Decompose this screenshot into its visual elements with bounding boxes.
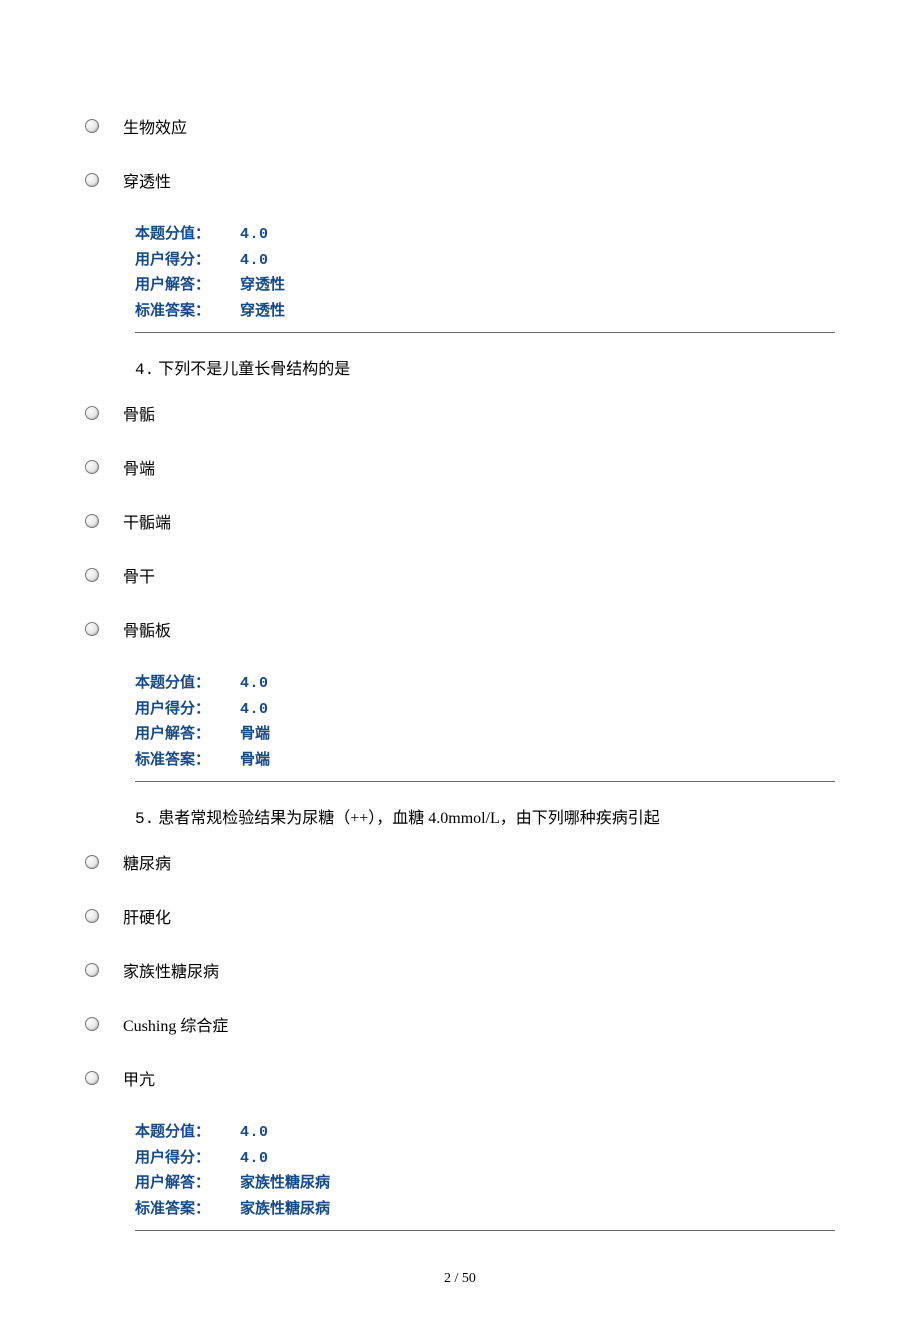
score-value: 4.0 <box>240 1146 269 1172</box>
score-row-points: 本题分值： 4.0 <box>135 671 835 697</box>
option-text: 糖尿病 <box>123 850 171 874</box>
score-row-standard-answer: 标准答案： 骨端 <box>135 748 835 774</box>
score-row-user-answer: 用户解答： 骨端 <box>135 722 835 748</box>
option-item: 甲亢 <box>85 1066 835 1090</box>
score-label: 用户得分： <box>135 697 240 723</box>
score-block: 本题分值： 4.0 用户得分： 4.0 用户解答： 家族性糖尿病 标准答案： 家… <box>135 1120 835 1222</box>
option-item: 骨骺板 <box>85 617 835 641</box>
score-value: 骨端 <box>240 722 270 748</box>
radio-icon[interactable] <box>85 568 99 582</box>
score-row-user-answer: 用户解答： 穿透性 <box>135 273 835 299</box>
option-item: 糖尿病 <box>85 850 835 874</box>
score-label: 标准答案： <box>135 1197 240 1223</box>
option-text: 穿透性 <box>123 168 171 192</box>
option-text: 骨端 <box>123 455 155 479</box>
option-item: Cushing 综合症 <box>85 1012 835 1036</box>
score-row-points: 本题分值： 4.0 <box>135 1120 835 1146</box>
option-text: 甲亢 <box>123 1066 155 1090</box>
score-label: 用户得分： <box>135 248 240 274</box>
score-label: 用户得分： <box>135 1146 240 1172</box>
score-value: 家族性糖尿病 <box>240 1197 330 1223</box>
score-label: 用户解答： <box>135 1171 240 1197</box>
score-value: 骨端 <box>240 748 270 774</box>
radio-icon[interactable] <box>85 1071 99 1085</box>
score-label: 用户解答： <box>135 722 240 748</box>
radio-icon[interactable] <box>85 119 99 133</box>
option-text: 骨干 <box>123 563 155 587</box>
divider <box>135 332 835 333</box>
option-item: 肝硬化 <box>85 904 835 928</box>
score-value: 穿透性 <box>240 273 285 299</box>
score-value: 家族性糖尿病 <box>240 1171 330 1197</box>
score-value: 4.0 <box>240 222 269 248</box>
radio-icon[interactable] <box>85 963 99 977</box>
option-item: 生物效应 <box>85 114 835 138</box>
question-body: 患者常规检验结果为尿糖（++），血糖 4.0mmol/L，由下列哪种疾病引起 <box>158 810 660 827</box>
score-label: 本题分值： <box>135 1120 240 1146</box>
option-item: 骨干 <box>85 563 835 587</box>
radio-icon[interactable] <box>85 173 99 187</box>
option-text: 干骺端 <box>123 509 171 533</box>
divider <box>135 781 835 782</box>
option-text: 家族性糖尿病 <box>123 958 219 982</box>
radio-icon[interactable] <box>85 1017 99 1031</box>
option-text: Cushing 综合症 <box>123 1012 228 1036</box>
radio-icon[interactable] <box>85 406 99 420</box>
question-text: 5. 患者常规检验结果为尿糖（++），血糖 4.0mmol/L，由下列哪种疾病引… <box>135 804 835 828</box>
score-row-points: 本题分值： 4.0 <box>135 222 835 248</box>
score-value: 穿透性 <box>240 299 285 325</box>
divider <box>135 1230 835 1231</box>
score-value: 4.0 <box>240 671 269 697</box>
score-label: 本题分值： <box>135 222 240 248</box>
option-text: 生物效应 <box>123 114 187 138</box>
score-label: 标准答案： <box>135 299 240 325</box>
option-text: 骨骺板 <box>123 617 171 641</box>
option-item: 干骺端 <box>85 509 835 533</box>
option-item: 骨骺 <box>85 401 835 425</box>
option-item: 穿透性 <box>85 168 835 192</box>
page-number: 2 / 50 <box>85 1271 835 1287</box>
score-block: 本题分值： 4.0 用户得分： 4.0 用户解答： 骨端 标准答案： 骨端 <box>135 671 835 773</box>
option-item: 家族性糖尿病 <box>85 958 835 982</box>
question-body: 下列不是儿童长骨结构的是 <box>158 361 350 378</box>
page-container: 生物效应 穿透性 本题分值： 4.0 用户得分： 4.0 用户解答： 穿透性 标… <box>0 0 920 1327</box>
question-number: 5. <box>135 810 154 828</box>
score-value: 4.0 <box>240 248 269 274</box>
score-row-user-score: 用户得分： 4.0 <box>135 1146 835 1172</box>
score-row-user-score: 用户得分： 4.0 <box>135 697 835 723</box>
radio-icon[interactable] <box>85 909 99 923</box>
option-text: 肝硬化 <box>123 904 171 928</box>
score-row-user-score: 用户得分： 4.0 <box>135 248 835 274</box>
score-block: 本题分值： 4.0 用户得分： 4.0 用户解答： 穿透性 标准答案： 穿透性 <box>135 222 835 324</box>
score-row-standard-answer: 标准答案： 穿透性 <box>135 299 835 325</box>
score-label: 用户解答： <box>135 273 240 299</box>
option-item: 骨端 <box>85 455 835 479</box>
radio-icon[interactable] <box>85 514 99 528</box>
option-text: 骨骺 <box>123 401 155 425</box>
score-label: 标准答案： <box>135 748 240 774</box>
score-row-standard-answer: 标准答案： 家族性糖尿病 <box>135 1197 835 1223</box>
score-value: 4.0 <box>240 697 269 723</box>
question-text: 4. 下列不是儿童长骨结构的是 <box>135 355 835 379</box>
radio-icon[interactable] <box>85 855 99 869</box>
radio-icon[interactable] <box>85 622 99 636</box>
question-number: 4. <box>135 361 154 379</box>
score-value: 4.0 <box>240 1120 269 1146</box>
radio-icon[interactable] <box>85 460 99 474</box>
score-row-user-answer: 用户解答： 家族性糖尿病 <box>135 1171 835 1197</box>
score-label: 本题分值： <box>135 671 240 697</box>
